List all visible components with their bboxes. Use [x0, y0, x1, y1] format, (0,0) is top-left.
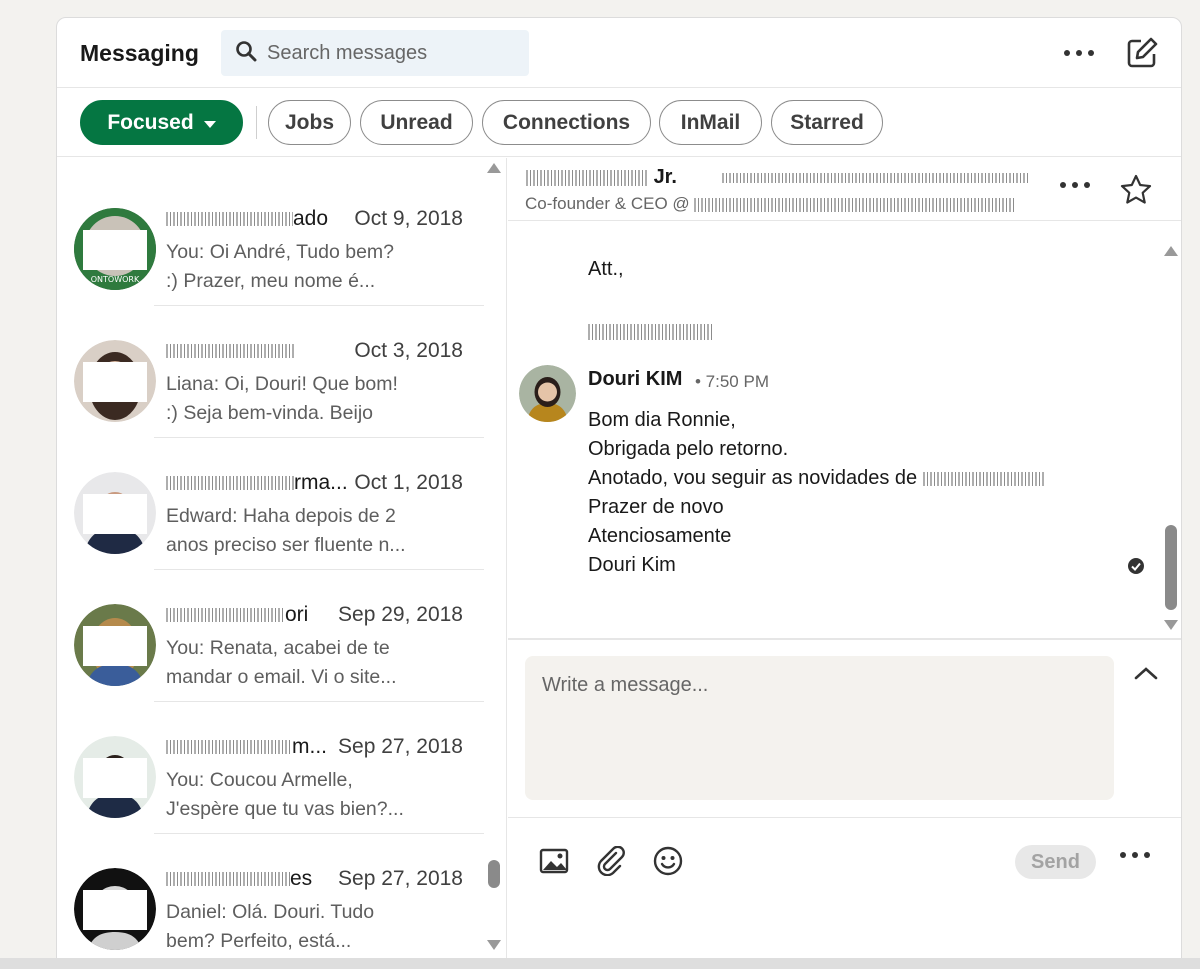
conversation-item[interactable]: ori Sep 29, 2018 You: Renata, acabei de …	[57, 564, 487, 696]
contact-name[interactable]: Jr.	[526, 166, 1028, 189]
conversation-item[interactable]: ONTOWORK ado Oct 9, 2018 You: Oi André, …	[57, 168, 487, 300]
more-options-icon[interactable]	[1058, 176, 1092, 194]
conversation-name: m...	[166, 735, 327, 759]
page-title: Messaging	[80, 40, 199, 66]
filter-connections-button[interactable]: Connections	[482, 100, 651, 145]
redaction-box	[83, 230, 147, 270]
conversation-date: Sep 27, 2018	[338, 867, 463, 890]
conversation-item[interactable]: es Sep 27, 2018 Daniel: Olá. Douri. Tudo…	[57, 828, 487, 960]
search-input[interactable]	[267, 41, 517, 65]
window-bottom-bar	[0, 958, 1200, 969]
redaction-box	[83, 890, 147, 930]
avatar: ONTOWORK	[74, 208, 156, 290]
avatar	[74, 340, 156, 422]
filter-divider	[256, 106, 257, 139]
redaction-box	[83, 758, 147, 798]
message-thread: Att., Douri KIM • 7:50 PM Bom dia Ronnie…	[508, 222, 1181, 638]
more-options-icon[interactable]	[1059, 38, 1099, 68]
message-input[interactable]	[525, 656, 1114, 800]
avatar[interactable]	[519, 365, 576, 422]
message-body: Bom dia Ronnie, Obrigada pelo retorno. A…	[588, 406, 1046, 580]
caret-down-icon	[203, 111, 216, 135]
conversation-name: rma...	[166, 471, 348, 495]
filter-inmail-button[interactable]: InMail	[659, 100, 762, 145]
conversation-item[interactable]: Oct 3, 2018 Liana: Oi, Douri! Que bom!:)…	[57, 300, 487, 432]
filter-unread-button[interactable]: Unread	[360, 100, 473, 145]
svg-text:ONTOWORK: ONTOWORK	[91, 275, 140, 284]
conversation-list: ONTOWORK ado Oct 9, 2018 You: Oi André, …	[57, 158, 507, 961]
message-sender[interactable]: Douri KIM	[588, 368, 682, 391]
conversation-name	[166, 339, 296, 363]
conversation-item[interactable]: rma... Oct 1, 2018 Edward: Haha depois d…	[57, 432, 487, 564]
composer-toolbar: Send	[508, 818, 1181, 961]
avatar	[74, 604, 156, 686]
conversation-date: Sep 29, 2018	[338, 603, 463, 626]
conversation-snippet: You: Coucou Armelle, J'espère que tu vas …	[166, 769, 404, 820]
conversation-name: ori	[166, 603, 308, 627]
redaction-box	[83, 362, 147, 402]
scroll-down-icon[interactable]	[487, 940, 501, 950]
conversation-date: Sep 27, 2018	[338, 735, 463, 758]
scroll-down-icon[interactable]	[1164, 620, 1178, 630]
filter-label: Focused	[107, 110, 194, 134]
contact-headline: Co-founder & CEO @	[525, 194, 1015, 214]
avatar	[74, 868, 156, 950]
redaction-box	[83, 494, 147, 534]
conversation-snippet: Edward: Haha depois de 2 anos preciso ser…	[166, 505, 406, 556]
conversation-snippet: You: Oi André, Tudo bem?:) Prazer, meu n…	[166, 241, 395, 292]
avatar	[74, 472, 156, 554]
message-signature	[588, 323, 712, 341]
conversation-snippet: You: Renata, acabei de te mandar o email.…	[166, 637, 397, 688]
filter-focused-button[interactable]: Focused	[80, 100, 243, 145]
message-time: • 7:50 PM	[695, 372, 769, 391]
paperclip-icon[interactable]	[594, 844, 628, 878]
search-icon	[235, 40, 257, 67]
redaction-box	[83, 626, 147, 666]
more-options-icon[interactable]	[1118, 846, 1152, 864]
search-box[interactable]	[221, 30, 529, 76]
conversation-date: Oct 3, 2018	[354, 339, 463, 362]
filter-starred-button[interactable]: Starred	[771, 100, 883, 145]
chevron-up-icon[interactable]	[1134, 666, 1158, 685]
star-icon[interactable]	[1120, 174, 1152, 211]
messaging-panel: Messaging Focused Jobs Unread Connection…	[56, 17, 1182, 962]
conversation-name: ado	[166, 207, 328, 231]
conversation-date: Oct 1, 2018	[354, 471, 463, 494]
avatar	[74, 736, 156, 818]
image-icon[interactable]	[537, 844, 571, 878]
conversation-item[interactable]: m... Sep 27, 2018 You: Coucou Armelle, J'…	[57, 696, 487, 828]
filter-jobs-button[interactable]: Jobs	[268, 100, 351, 145]
send-button[interactable]: Send	[1015, 845, 1096, 879]
conversation-header: Jr. Co-founder & CEO @	[508, 158, 1181, 221]
conversation-pane: Jr. Co-founder & CEO @ Att., Douri KIM •…	[508, 158, 1181, 961]
filter-bar: Focused Jobs Unread Connections InMail S…	[57, 88, 1181, 157]
scroll-up-icon[interactable]	[487, 163, 501, 173]
list-scrollbar-thumb[interactable]	[488, 860, 500, 888]
emoji-icon[interactable]	[651, 844, 685, 878]
composer	[508, 638, 1181, 818]
conversation-snippet: Liana: Oi, Douri! Que bom!:) Seja bem-vi…	[166, 373, 398, 424]
conversation-date: Oct 9, 2018	[354, 207, 463, 230]
seen-check-icon	[1127, 557, 1145, 580]
message-closing: Att.,	[588, 258, 624, 280]
conversation-name: es	[166, 867, 312, 891]
compose-icon[interactable]	[1125, 36, 1159, 70]
conversation-snippet: Daniel: Olá. Douri. Tudo bem? Perfeito, e…	[166, 901, 375, 952]
thread-scrollbar-thumb[interactable]	[1165, 525, 1177, 610]
scroll-up-icon[interactable]	[1164, 246, 1178, 256]
messaging-header: Messaging	[57, 18, 1181, 88]
